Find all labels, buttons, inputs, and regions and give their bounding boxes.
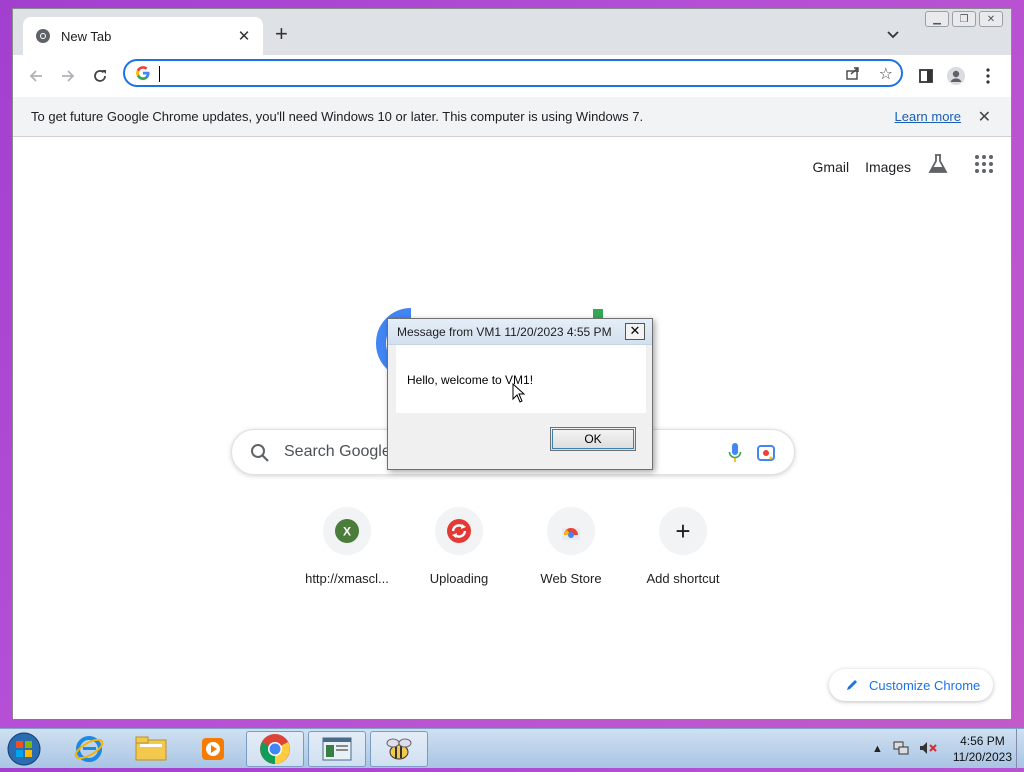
media-player-icon[interactable] bbox=[184, 731, 242, 767]
omnibox-input[interactable] bbox=[161, 64, 801, 84]
search-icon bbox=[250, 443, 270, 468]
close-window-button[interactable]: ✕ bbox=[979, 11, 1003, 27]
labs-flask-icon[interactable] bbox=[927, 153, 949, 180]
toolbar: ☆ bbox=[13, 55, 1011, 97]
top-navigation: Gmail Images bbox=[813, 153, 993, 180]
infobar-close-button[interactable]: ✕ bbox=[978, 107, 991, 127]
x-site-icon: X bbox=[323, 507, 371, 555]
images-link[interactable]: Images bbox=[865, 159, 911, 175]
restore-button[interactable]: ❐ bbox=[952, 11, 976, 27]
shortcut-tile[interactable]: Web Store bbox=[515, 507, 627, 586]
shortcut-label: Add shortcut bbox=[646, 571, 720, 586]
google-g-icon bbox=[135, 65, 151, 86]
shortcut-label: Web Store bbox=[540, 571, 602, 586]
add-plus-glyph: + bbox=[675, 516, 691, 546]
tray-expand-icon[interactable]: ▲ bbox=[872, 743, 883, 755]
clock-date: 11/20/2023 bbox=[952, 750, 1012, 764]
search-placeholder: Search Google bbox=[284, 443, 391, 460]
side-panel-icon[interactable] bbox=[913, 63, 939, 89]
tab-new-tab[interactable]: New Tab ✕ bbox=[23, 17, 263, 55]
x-site-letter: X bbox=[343, 525, 351, 539]
address-bar[interactable]: ☆ bbox=[123, 59, 903, 87]
tab-search-chevron-icon[interactable] bbox=[886, 27, 902, 39]
taskbar: ▲ 4:56 PM 11/20/2023 bbox=[0, 728, 1024, 769]
start-button[interactable] bbox=[6, 731, 46, 767]
tab-title: New Tab bbox=[61, 28, 112, 44]
voice-search-mic-icon[interactable] bbox=[728, 442, 742, 469]
dialog-close-button[interactable]: ✕ bbox=[625, 323, 645, 340]
text-caret bbox=[159, 66, 160, 82]
clock[interactable]: 4:56 PM 11/20/2023 bbox=[953, 733, 1012, 765]
system-tray: ▲ 4:56 PM 11/20/2023 bbox=[872, 733, 1012, 765]
network-icon[interactable] bbox=[893, 741, 909, 758]
shortcut-label: Uploading bbox=[429, 571, 489, 586]
bookmark-star-icon[interactable]: ☆ bbox=[879, 64, 893, 84]
menu-kebab-icon[interactable] bbox=[975, 63, 1001, 89]
new-tab-button[interactable]: + bbox=[275, 23, 295, 45]
webstore-icon bbox=[547, 507, 595, 555]
bee-app-icon[interactable] bbox=[370, 731, 428, 767]
shortcut-label: http://xmascl... bbox=[305, 571, 389, 586]
window-controls: ▁ ❐ ✕ bbox=[925, 11, 1003, 27]
uploading-icon bbox=[435, 507, 483, 555]
shortcut-tile[interactable]: Uploading bbox=[403, 507, 515, 586]
chrome-favicon-icon bbox=[35, 28, 51, 44]
plus-icon: + bbox=[659, 507, 707, 555]
shortcut-tile[interactable]: X http://xmascl... bbox=[291, 507, 403, 586]
forward-icon[interactable] bbox=[55, 63, 81, 89]
shortcuts-row: X http://xmascl... Uploading Web Store + bbox=[291, 507, 739, 586]
file-explorer-icon[interactable] bbox=[122, 731, 180, 767]
share-icon[interactable] bbox=[845, 65, 861, 86]
gmail-link[interactable]: Gmail bbox=[813, 159, 850, 175]
volume-muted-icon[interactable] bbox=[919, 741, 937, 758]
learn-more-link[interactable]: Learn more bbox=[895, 109, 961, 124]
shortcut-tile[interactable]: + Add shortcut bbox=[627, 507, 739, 586]
apps-grid-icon[interactable] bbox=[975, 155, 993, 178]
tab-strip: New Tab ✕ + ▁ ❐ ✕ bbox=[13, 9, 1011, 55]
reload-icon[interactable] bbox=[87, 63, 113, 89]
tab-close-button[interactable]: ✕ bbox=[235, 27, 253, 45]
chrome-icon[interactable] bbox=[246, 731, 304, 767]
clock-time: 4:56 PM bbox=[960, 734, 1005, 748]
dialog-title: Message from VM1 11/20/2023 4:55 PM bbox=[388, 319, 652, 345]
show-desktop-button[interactable] bbox=[1016, 729, 1024, 769]
internet-explorer-icon[interactable] bbox=[60, 731, 118, 767]
update-infobar: To get future Google Chrome updates, you… bbox=[13, 97, 1011, 137]
infobar-message: To get future Google Chrome updates, you… bbox=[31, 109, 644, 124]
ok-button[interactable]: OK bbox=[550, 427, 636, 451]
customize-label: Customize Chrome bbox=[869, 677, 981, 693]
minimize-button[interactable]: ▁ bbox=[925, 11, 949, 27]
mouse-cursor-icon bbox=[512, 383, 526, 403]
vm-window-icon[interactable] bbox=[308, 731, 366, 767]
google-lens-icon[interactable] bbox=[756, 443, 776, 468]
customize-chrome-button[interactable]: Customize Chrome bbox=[829, 669, 993, 701]
profile-avatar-icon[interactable] bbox=[943, 63, 969, 89]
back-icon[interactable] bbox=[23, 63, 49, 89]
pencil-icon bbox=[847, 680, 857, 690]
